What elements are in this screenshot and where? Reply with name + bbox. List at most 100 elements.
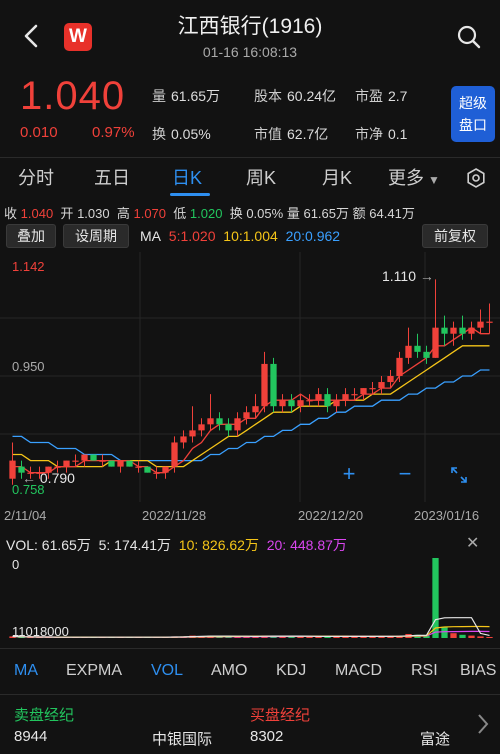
candle-body (108, 460, 115, 467)
stat-turnover: 换 0.05% (152, 126, 211, 142)
stat-volume: 量 61.65万 (152, 88, 221, 104)
divider (0, 157, 500, 158)
triangle-down-icon: ▼ (428, 173, 440, 187)
tab-more[interactable]: 更多 ▼ (388, 164, 440, 190)
price-axis-top: 1.142 (12, 259, 45, 274)
candle-body (81, 454, 88, 461)
set-period-button[interactable]: 设周期 (63, 224, 129, 248)
indicator-amo[interactable]: AMO (211, 662, 247, 680)
fullscreen-icon[interactable] (450, 466, 468, 484)
candle-body (270, 363, 277, 407)
tab-monthly-k[interactable]: 月K (322, 164, 352, 190)
price-change-pct: 0.97% (92, 124, 135, 141)
candle-body (207, 418, 214, 425)
stat-shares: 股本 60.24亿 (254, 88, 337, 104)
date-label-3: 2022/12/20 (298, 508, 364, 523)
buy-broker-title: 买盘经纪 (250, 707, 311, 724)
tab-weekly-k[interactable]: 周K (246, 164, 276, 190)
zoom-in-icon[interactable]: + (338, 463, 360, 485)
candle-body (315, 394, 322, 401)
candle-body (486, 321, 493, 323)
candle-body (450, 327, 457, 334)
volume-bar (459, 634, 466, 638)
stat-pb: 市净 0.1 (355, 126, 408, 142)
super-orderbook-button[interactable]: 超级 盘口 (451, 86, 495, 142)
volume-bar (468, 635, 475, 638)
candle-body (441, 327, 448, 334)
candle-body (306, 400, 313, 402)
volume-bar (441, 626, 448, 638)
indicator-macd[interactable]: MACD (335, 662, 382, 680)
period-tabs: 分时 五日 日K 周K 月K 更多 ▼ (0, 164, 500, 196)
indicator-kdj[interactable]: KDJ (276, 662, 306, 680)
date-label-2: 2022/11/28 (142, 508, 207, 523)
candle-body (99, 460, 106, 462)
min-price-marker: ← 0.790 (22, 470, 75, 486)
candle-body (63, 460, 70, 467)
tab-daily-k[interactable]: 日K (172, 164, 202, 190)
candle-body (360, 388, 367, 395)
candle-body (387, 376, 394, 383)
divider (0, 648, 500, 649)
candle-body (333, 400, 340, 407)
date-label-4: 2023/01/16 (414, 508, 480, 523)
close-icon[interactable]: ✕ (466, 533, 479, 553)
volume-axis-bottom: 11018000 (12, 624, 69, 639)
candle-body (279, 400, 286, 407)
volume-axis-top: 0 (12, 557, 20, 572)
stock-title: 江西银行(1916) (177, 15, 323, 38)
volume-legend: VOL: 61.65万 5: 174.41万 10: 826.62万 20: 4… (6, 537, 347, 553)
candle-body (297, 400, 304, 407)
indicator-rsi[interactable]: RSI (411, 662, 438, 680)
volume-bar (486, 637, 493, 638)
price-axis-mid: 0.950 (12, 359, 45, 374)
volume-chart[interactable] (0, 556, 500, 642)
candle-body (432, 327, 439, 358)
date-label-1: 2/11/04 (4, 508, 47, 523)
candle-body (117, 460, 124, 467)
sell-broker-title: 卖盘经纪 (14, 707, 75, 724)
indicator-tabs: MA EXPMA VOL AMO KDJ MACD RSI BIAS (0, 662, 500, 686)
tab-timeshare[interactable]: 分时 (18, 164, 54, 190)
volume-bar (432, 558, 439, 638)
candle-body (378, 382, 385, 389)
indicator-expma[interactable]: EXPMA (66, 662, 122, 680)
candle-body (144, 466, 151, 473)
settings-icon[interactable] (466, 168, 486, 188)
divider (0, 694, 500, 695)
candle-body (351, 394, 358, 396)
candle-body (72, 460, 79, 462)
max-price-marker: 1.110 → (382, 268, 434, 284)
candle-body (9, 460, 16, 479)
candle-body (459, 327, 466, 334)
candle-body (405, 345, 412, 358)
adjust-button[interactable]: 前复权 (422, 224, 488, 248)
vol-ma5-line (12, 617, 490, 638)
indicator-ma[interactable]: MA (14, 662, 38, 680)
indicator-vol[interactable]: VOL (151, 662, 183, 680)
overlay-button[interactable]: 叠加 (6, 224, 56, 248)
current-price: 1.040 (20, 74, 126, 118)
chevron-right-icon[interactable] (476, 712, 490, 736)
candle-body (369, 388, 376, 390)
candle-body (252, 406, 259, 413)
candle-body (198, 424, 205, 431)
ohlc-infobar: 收 1.040 开 1.030 高 1.070 低 1.020 换 0.05% … (4, 206, 415, 221)
indicator-bias[interactable]: BIAS (460, 662, 496, 680)
kline-chart[interactable] (0, 252, 500, 502)
candle-body (153, 472, 160, 474)
timestamp: 01-16 16:08:13 (202, 44, 298, 60)
candle-body (126, 460, 133, 467)
candle-body (288, 400, 295, 407)
volume-bar (477, 636, 484, 638)
price-change: 0.010 (20, 124, 58, 141)
ma-legend: MA 5:1.020 10:1.004 20:0.962 (140, 228, 341, 244)
candle-body (396, 357, 403, 376)
search-icon[interactable] (456, 24, 482, 50)
candle-body (171, 442, 178, 467)
volume-bar (450, 633, 457, 638)
tab-fiveday[interactable]: 五日 (94, 164, 130, 190)
zoom-out-icon[interactable]: − (394, 463, 416, 485)
candle-body (477, 321, 484, 328)
candle-body (324, 394, 331, 407)
